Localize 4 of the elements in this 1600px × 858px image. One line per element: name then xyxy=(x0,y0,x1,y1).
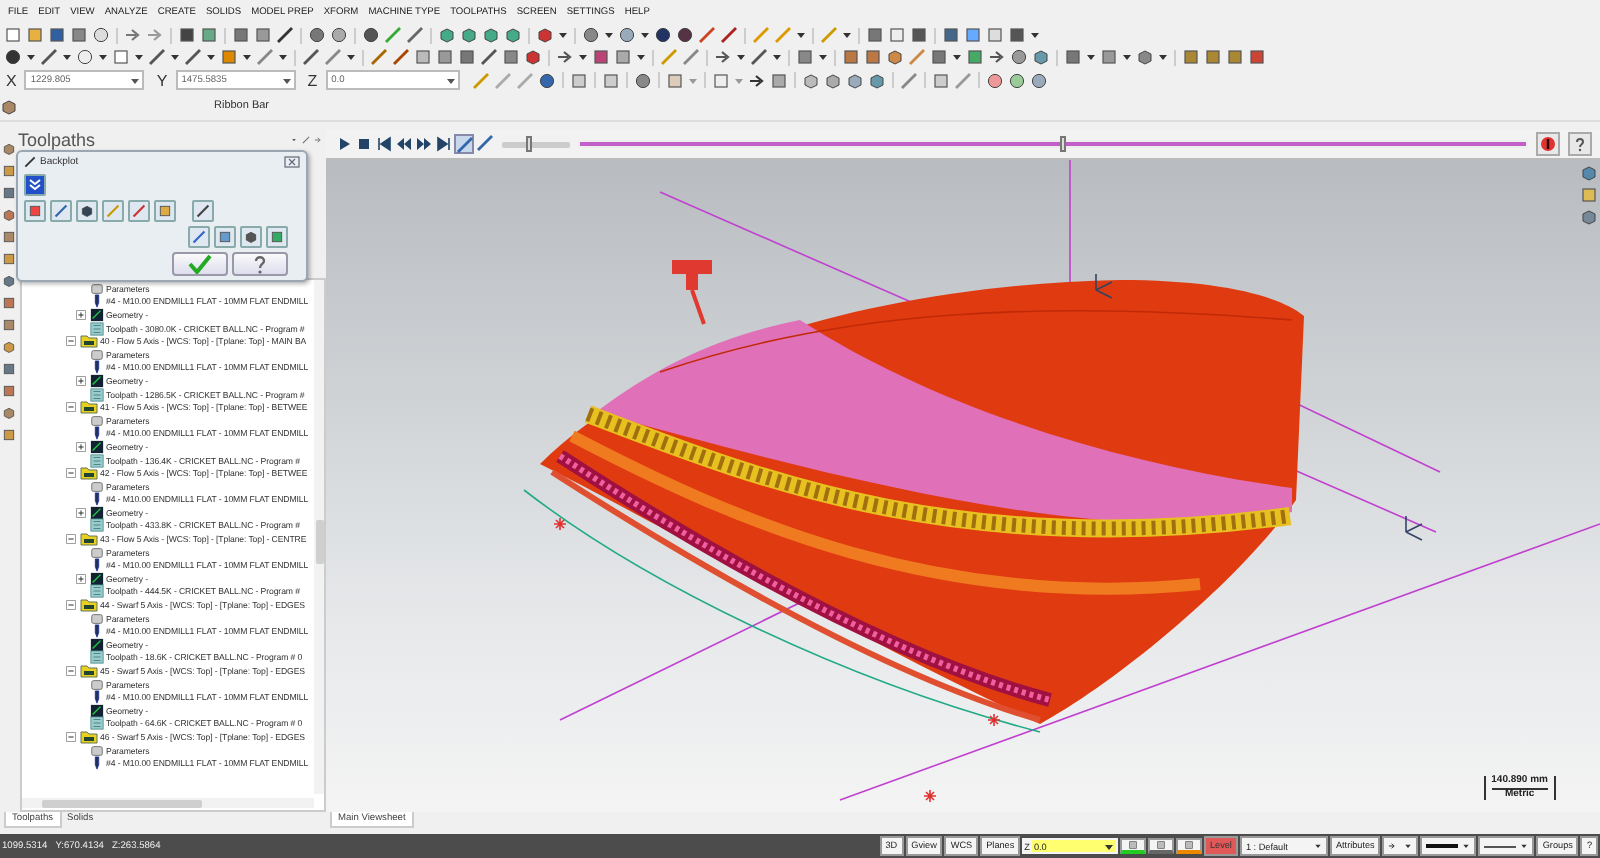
axis-label: Y xyxy=(156,71,168,89)
panel-title: Toolpaths xyxy=(18,130,96,150)
axis-label: Z xyxy=(307,71,318,89)
axis-label: X xyxy=(6,71,17,89)
